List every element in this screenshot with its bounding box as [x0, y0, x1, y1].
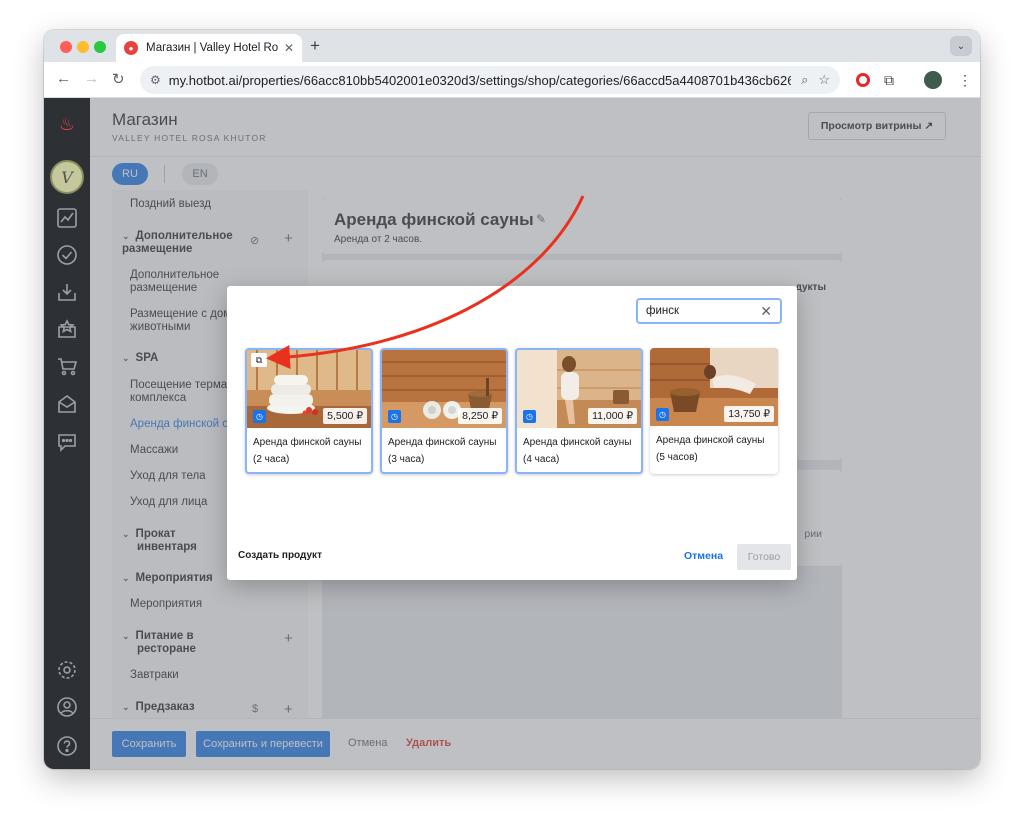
product-price: 13,750 ₽ — [724, 406, 774, 422]
forward-icon[interactable]: → — [84, 70, 99, 87]
chevron-down-icon[interactable]: ⌄ — [950, 36, 972, 56]
tasks-check-icon[interactable] — [55, 243, 79, 267]
minimize-window-button[interactable] — [77, 41, 89, 53]
product-name: Аренда финской сауны (3 часа) — [388, 434, 506, 468]
product-card[interactable]: ◷ 8,250 ₽ Аренда финской сауны (3 часа) — [380, 348, 508, 474]
help-icon[interactable] — [55, 734, 79, 758]
product-name-line: Аренда финской сауны — [253, 437, 362, 448]
product-price: 5,500 ₽ — [323, 408, 367, 424]
copy-icon[interactable]: ⧉ — [251, 353, 267, 367]
bookmark-star-icon[interactable]: ☆ — [818, 72, 830, 88]
extensions-puzzle-icon[interactable]: ⧉ — [884, 72, 894, 89]
analytics-chart-icon[interactable] — [55, 206, 79, 230]
product-name-line: (2 часа) — [253, 454, 290, 465]
product-card[interactable]: ◷ 13,750 ₽ Аренда финской сауны (5 часов) — [650, 348, 778, 474]
inbox-icon[interactable] — [55, 280, 79, 304]
user-account-icon[interactable] — [55, 695, 79, 719]
property-avatar[interactable]: V — [50, 160, 84, 194]
product-picker-modal: ✕ ⧉ ◷ 5,500 ₽ Аренда финской сауны (2 час… — [227, 286, 797, 580]
opera-extension-icon[interactable] — [856, 73, 870, 87]
product-search[interactable]: ✕ — [636, 298, 782, 324]
product-card[interactable]: ◷ 11,000 ₽ Аренда финской сауны (4 часа) — [515, 348, 643, 474]
modal-cancel-button[interactable]: Отмена — [684, 550, 723, 562]
left-navigation: ♨ V — [44, 98, 90, 769]
chat-icon[interactable] — [55, 430, 79, 454]
clock-icon: ◷ — [523, 410, 536, 423]
create-product-button[interactable]: Создать продукт — [238, 550, 322, 561]
close-icon[interactable]: ✕ — [284, 41, 294, 55]
zoom-icon[interactable]: ⌕ — [801, 72, 808, 88]
close-window-button[interactable] — [60, 41, 72, 53]
more-menu-icon[interactable]: ⋮ — [958, 72, 972, 89]
clock-icon: ◷ — [388, 410, 401, 423]
clock-icon: ◷ — [253, 410, 266, 423]
flame-icon: ● — [124, 41, 138, 55]
site-info-icon[interactable]: ⚙ — [150, 73, 161, 87]
product-price: 11,000 ₽ — [588, 408, 637, 424]
product-name: Аренда финской сауны (2 часа) — [253, 434, 371, 468]
product-name-line: (5 часов) — [656, 452, 698, 463]
product-name: Аренда финской сауны (5 часов) — [656, 432, 774, 466]
shop-star-icon[interactable] — [55, 317, 79, 341]
hotbot-logo-icon[interactable]: ♨ — [55, 112, 79, 136]
reload-icon[interactable]: ↻ — [112, 70, 125, 88]
browser-tab[interactable]: ● Магазин | Valley Hotel Rosa K ✕ — [116, 34, 302, 62]
tab-title: Магазин | Valley Hotel Rosa K — [146, 42, 278, 54]
browser-toolbar: ← → ↻ ⚙ my.hotbot.ai/properties/66acc810… — [44, 62, 980, 98]
profile-avatar[interactable] — [924, 71, 942, 89]
product-price: 8,250 ₽ — [458, 408, 502, 424]
mail-icon[interactable] — [55, 392, 79, 416]
maximize-window-button[interactable] — [94, 41, 106, 53]
clear-icon[interactable]: ✕ — [760, 303, 772, 320]
product-name-line: Аренда финской сауны — [523, 437, 632, 448]
product-name-line: Аренда финской сауны — [388, 437, 497, 448]
product-name-line: (3 часа) — [388, 454, 425, 465]
new-tab-icon[interactable]: + — [310, 36, 320, 56]
tab-bar: ● Магазин | Valley Hotel Rosa K ✕ + ⌄ — [44, 30, 980, 62]
modal-done-button[interactable]: Готово — [737, 544, 791, 570]
cart-icon[interactable] — [55, 354, 79, 378]
product-card[interactable]: ⧉ ◷ 5,500 ₽ Аренда финской сауны (2 часа) — [245, 348, 373, 474]
url-text: my.hotbot.ai/properties/66acc810bb540200… — [168, 72, 792, 88]
settings-gear-icon[interactable] — [55, 658, 79, 682]
product-name-line: Аренда финской сауны — [656, 435, 765, 446]
back-icon[interactable]: ← — [56, 70, 71, 87]
clock-icon: ◷ — [656, 408, 669, 421]
product-name-line: (4 часа) — [523, 454, 560, 465]
address-bar[interactable]: ⚙ my.hotbot.ai/properties/66acc810bb5402… — [140, 66, 840, 94]
search-input[interactable] — [646, 305, 761, 317]
product-name: Аренда финской сауны (4 часа) — [523, 434, 641, 468]
